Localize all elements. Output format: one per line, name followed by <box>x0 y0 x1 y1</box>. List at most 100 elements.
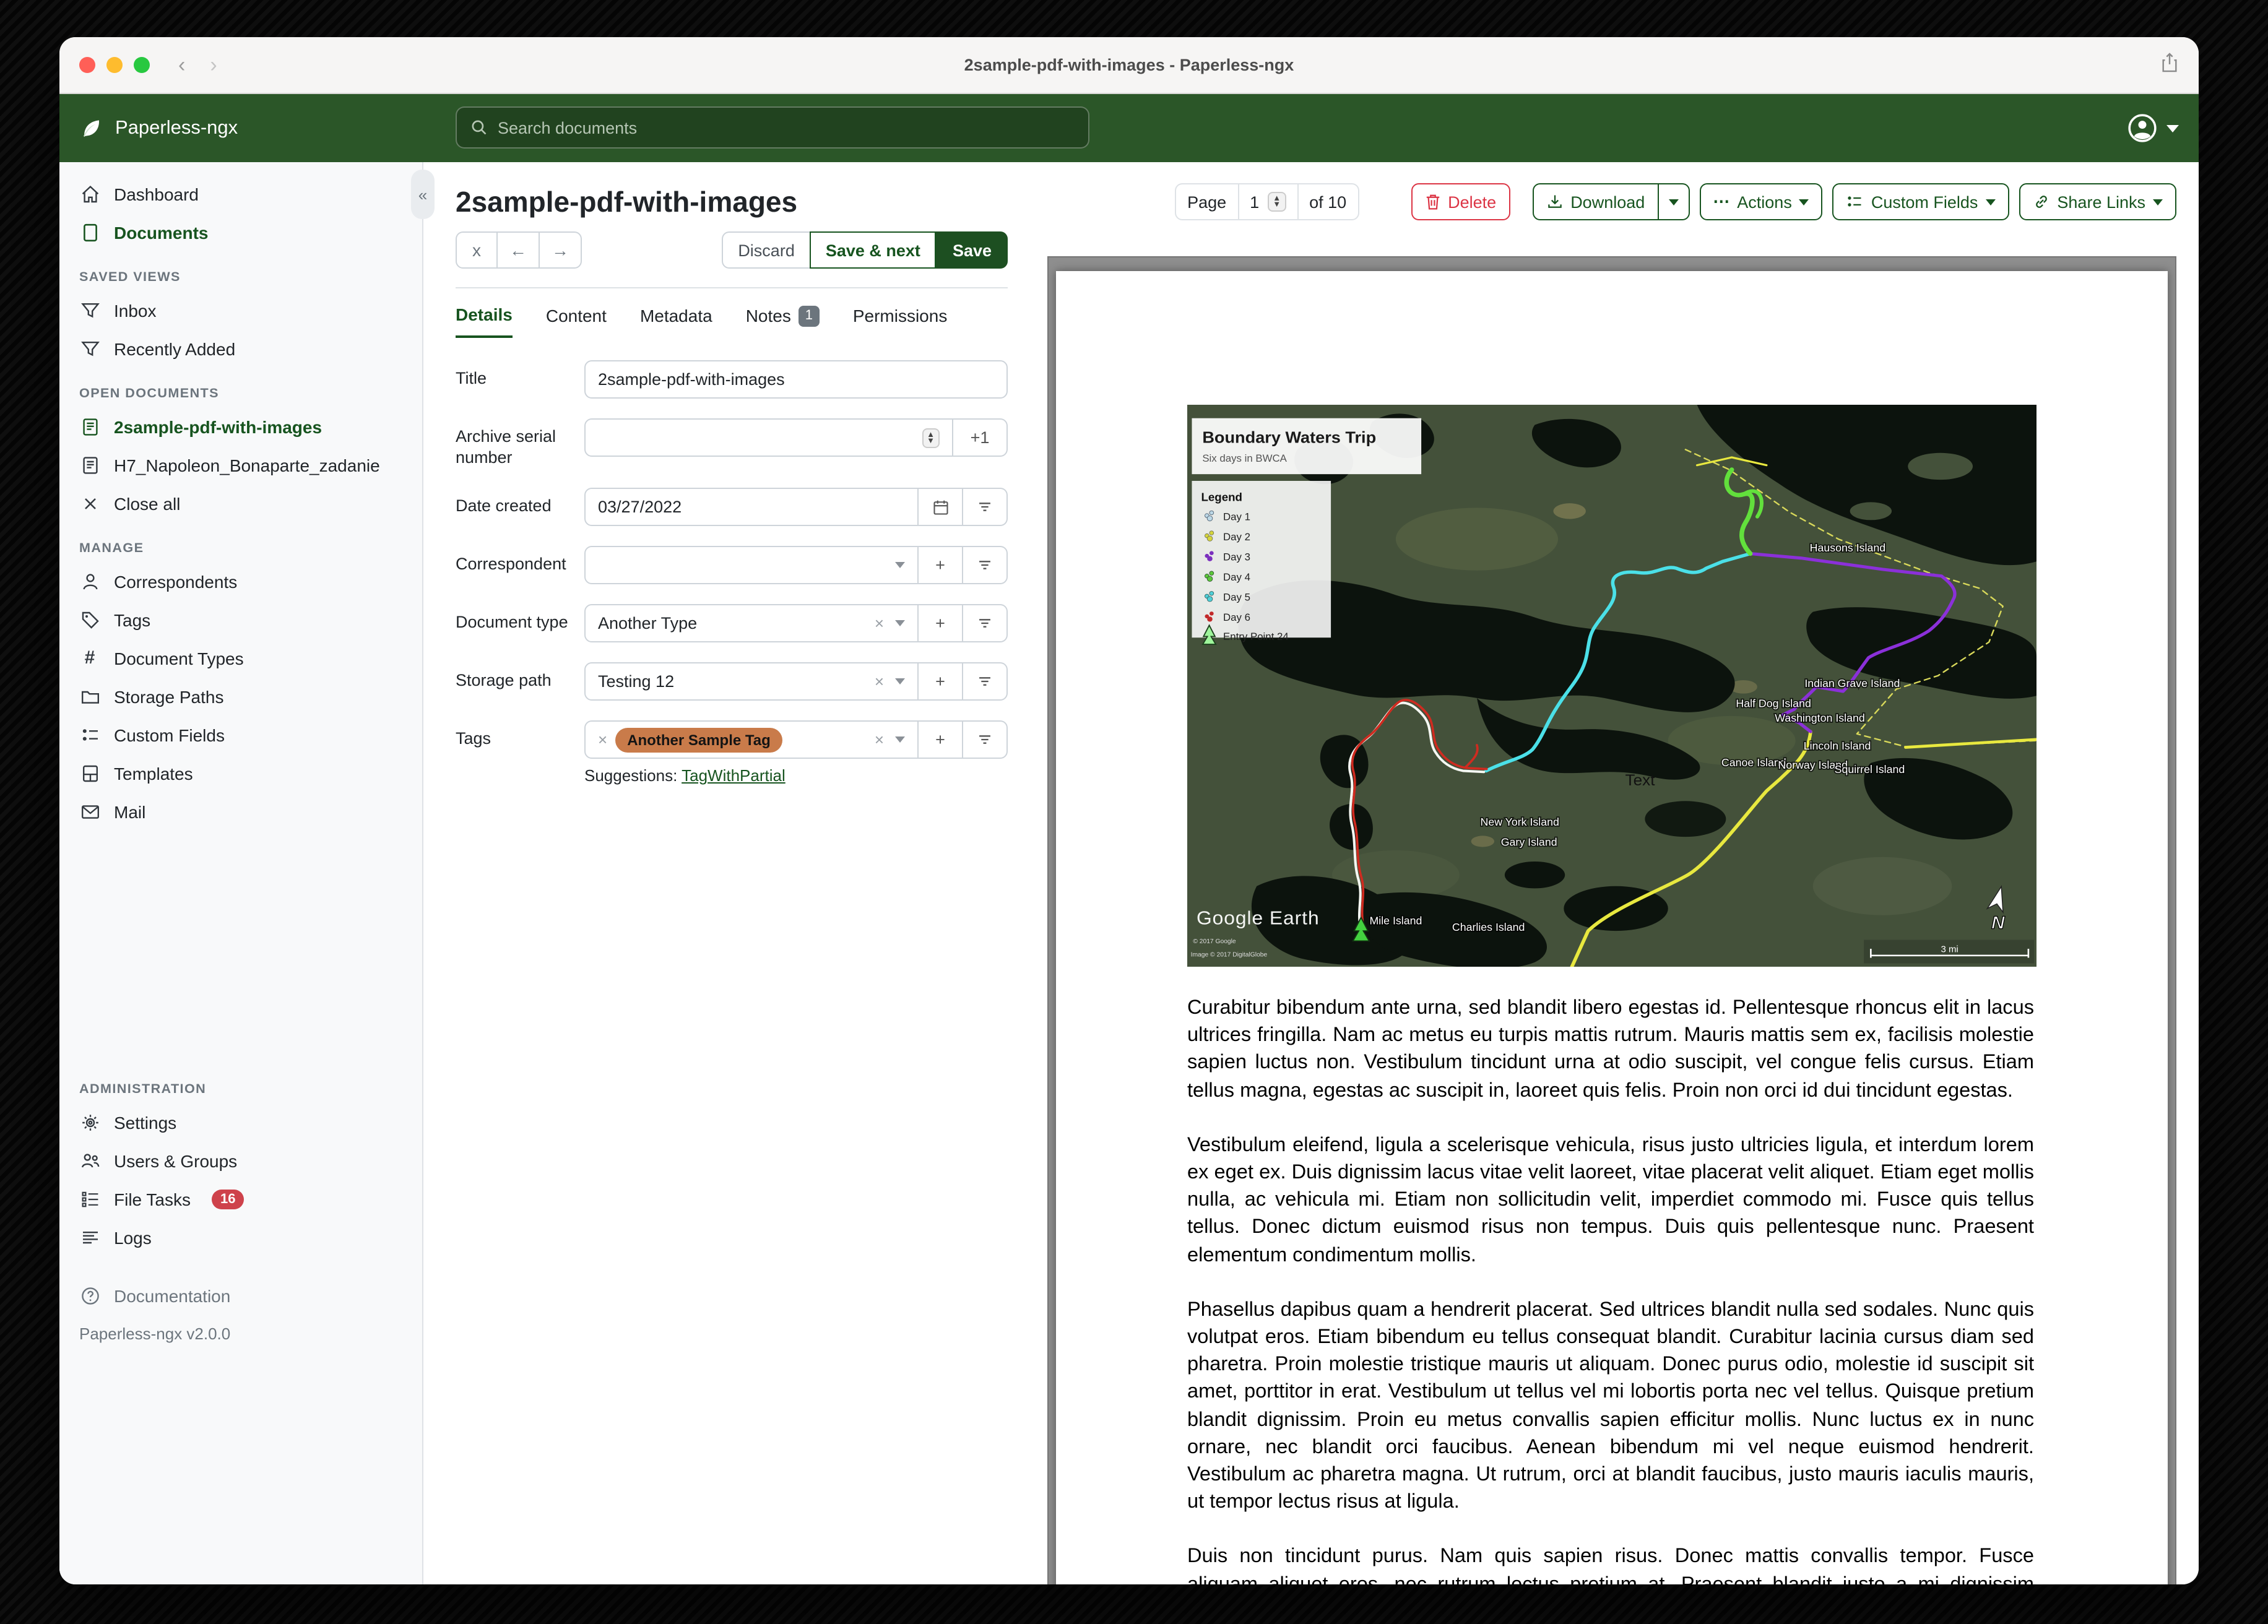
browser-forward-button[interactable]: › <box>210 53 217 77</box>
svg-text:Gary Island: Gary Island <box>1501 836 1557 849</box>
search-input[interactable]: Search documents <box>456 106 1089 149</box>
close-window-button[interactable] <box>79 57 95 73</box>
minimize-window-button[interactable] <box>106 57 123 73</box>
svg-text:Half Dog Island: Half Dog Island <box>1736 698 1811 710</box>
sidebar-collapse-button[interactable]: « <box>411 170 435 219</box>
browser-back-button[interactable]: ‹ <box>178 53 185 77</box>
correspondent-select[interactable] <box>584 546 919 584</box>
sidebar-item-logs[interactable]: Logs <box>59 1218 422 1256</box>
share-links-button[interactable]: Share Links <box>2019 183 2176 220</box>
sidebar-item-label: Custom Fields <box>114 725 225 745</box>
svg-text:Lincoln Island: Lincoln Island <box>1804 740 1871 752</box>
sidebar-item-label: Dashboard <box>114 184 199 204</box>
sidebar-item-inbox[interactable]: Inbox <box>59 291 422 329</box>
sidebar-item-file-tasks[interactable]: File Tasks 16 <box>59 1180 422 1218</box>
sidebar-item-close-all[interactable]: Close all <box>59 484 422 522</box>
sidebar-item-documentation[interactable]: Documentation <box>59 1276 422 1315</box>
tag-chip[interactable]: Another Sample Tag <box>615 727 783 752</box>
sidebar-item-custom-fields[interactable]: Custom Fields <box>59 715 422 754</box>
calendar-button[interactable] <box>919 488 963 526</box>
asn-stepper[interactable]: ▲ ▼ <box>922 428 940 447</box>
actions-button[interactable]: ⋯ Actions <box>1699 183 1823 220</box>
document-type-select[interactable]: Another Type × <box>584 604 919 642</box>
date-filter-button[interactable] <box>963 488 1008 526</box>
sidebar-item-users-groups[interactable]: Users & Groups <box>59 1141 422 1180</box>
sidebar-item-templates[interactable]: Templates <box>59 754 422 792</box>
edit-tabs: Details Content Metadata Notes 1 Permissi… <box>456 288 1008 338</box>
app-brand[interactable]: Paperless-ngx <box>79 116 238 140</box>
asn-input[interactable]: ▲ ▼ <box>584 418 953 457</box>
notes-count-badge: 1 <box>798 305 820 326</box>
sidebar-item-storage-paths[interactable]: Storage Paths <box>59 677 422 715</box>
document-type-filter-button[interactable] <box>963 604 1008 642</box>
storage-path-select[interactable]: Testing 12 × <box>584 662 919 701</box>
download-button[interactable]: Download <box>1532 183 1659 220</box>
previous-document-button[interactable]: ← <box>498 231 540 269</box>
tab-permissions[interactable]: Permissions <box>853 304 948 338</box>
funnel-icon <box>79 338 100 359</box>
svg-text:Day 3: Day 3 <box>1223 551 1250 563</box>
storage-path-add-button[interactable]: + <box>919 662 963 701</box>
save-next-button[interactable]: Save & next <box>809 231 937 269</box>
page-label: Page <box>1187 192 1227 211</box>
svg-text:Day 2: Day 2 <box>1223 531 1250 543</box>
sidebar-item-document-types[interactable]: # Document Types <box>59 639 422 677</box>
sidebar-item-recently-added[interactable]: Recently Added <box>59 329 422 368</box>
document-type-add-button[interactable]: + <box>919 604 963 642</box>
share-icon[interactable] <box>2160 51 2179 79</box>
sidebar-item-correspondents[interactable]: Correspondents <box>59 562 422 600</box>
document-type-label: Document type <box>456 613 568 631</box>
sidebar-section-administration: ADMINISTRATION <box>79 1082 207 1097</box>
sidebar-item-dashboard[interactable]: Dashboard <box>59 175 422 213</box>
google-earth-watermark: Google Earth <box>1197 907 1320 928</box>
chevron-down-icon <box>895 620 905 626</box>
file-tasks-count-badge: 16 <box>211 1189 245 1209</box>
custom-fields-button[interactable]: Custom Fields <box>1832 183 2009 220</box>
three-dots-icon: ⋯ <box>1713 192 1730 210</box>
asn-next-button[interactable]: +1 <box>953 418 1008 457</box>
pdf-viewer-frame[interactable]: Hausons Island New York Island Gary Isla… <box>1047 256 2176 1584</box>
user-menu-button[interactable] <box>2127 113 2179 144</box>
sidebar-item-settings[interactable]: Settings <box>59 1103 422 1141</box>
chevron-down-icon <box>895 736 905 743</box>
document-text: Curabitur bibendum ante urna, sed blandi… <box>1187 994 2034 1584</box>
sidebar-item-documents[interactable]: Documents <box>59 213 422 251</box>
tags-filter-button[interactable] <box>963 720 1008 759</box>
correspondent-filter-button[interactable] <box>963 546 1008 584</box>
close-document-button[interactable]: x <box>456 231 498 269</box>
discard-button[interactable]: Discard <box>722 231 810 269</box>
download-options-button[interactable] <box>1658 183 1690 220</box>
delete-button[interactable]: Delete <box>1411 183 1510 220</box>
suggestion-tag-link[interactable]: TagWithPartial <box>682 766 786 785</box>
tags-select[interactable]: × Another Sample Tag × <box>584 720 919 759</box>
date-created-input[interactable]: 03/27/2022 <box>584 488 919 526</box>
correspondent-add-button[interactable]: + <box>919 546 963 584</box>
sidebar-item-label: Document Types <box>114 648 244 668</box>
page-number-input[interactable]: 1 ▲ ▼ <box>1237 184 1299 219</box>
sidebar-item-label: Documentation <box>114 1285 231 1305</box>
download-split-button: Download <box>1532 183 1690 220</box>
page-title: 2sample-pdf-with-images <box>456 185 798 217</box>
tab-notes[interactable]: Notes 1 <box>746 304 820 338</box>
zoom-window-button[interactable] <box>134 57 150 73</box>
svg-text:N: N <box>1991 913 2005 933</box>
correspondent-label: Correspondent <box>456 555 566 573</box>
page-stepper[interactable]: ▲ ▼ <box>1268 192 1286 212</box>
tab-details[interactable]: Details <box>456 304 513 338</box>
sidebar-item-open-doc-2[interactable]: H7_Napoleon_Bonaparte_zadanie <box>59 446 422 484</box>
tab-metadata[interactable]: Metadata <box>640 304 712 338</box>
sidebar-item-label: Mail <box>114 801 146 821</box>
tab-content[interactable]: Content <box>546 304 607 338</box>
remove-tag-icon[interactable]: × <box>598 730 607 749</box>
title-input[interactable]: 2sample-pdf-with-images <box>584 360 1008 399</box>
download-icon <box>1546 193 1563 210</box>
sidebar-item-open-doc-1[interactable]: 2sample-pdf-with-images <box>59 407 422 446</box>
sidebar-item-mail[interactable]: Mail <box>59 792 422 831</box>
save-button[interactable]: Save <box>936 231 1008 269</box>
svg-text:Day 5: Day 5 <box>1223 592 1250 603</box>
tags-add-button[interactable]: + <box>919 720 963 759</box>
next-document-button[interactable]: → <box>540 231 582 269</box>
storage-path-filter-button[interactable] <box>963 662 1008 701</box>
sidebar-item-tags[interactable]: Tags <box>59 600 422 639</box>
storage-path-label: Storage path <box>456 671 552 689</box>
